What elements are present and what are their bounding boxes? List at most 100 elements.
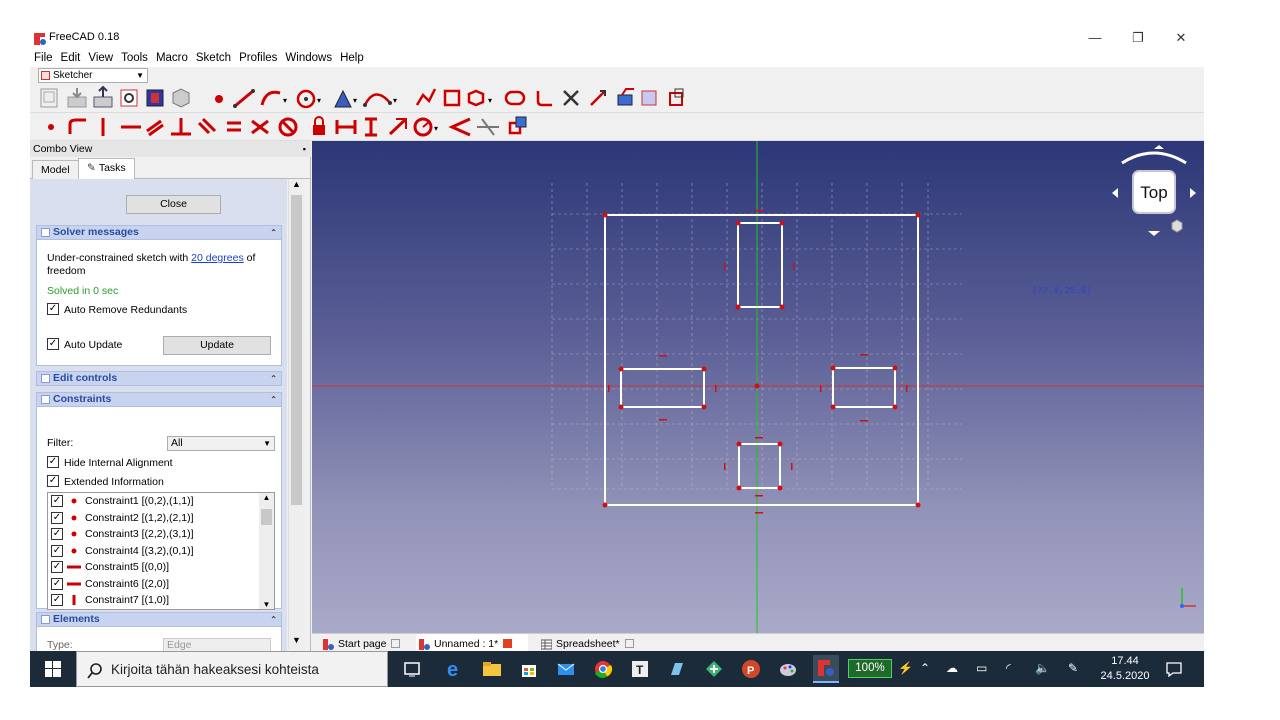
menu-edit[interactable]: Edit (57, 51, 85, 65)
solver-messages-header[interactable]: Solver messages ⌃ (36, 225, 282, 240)
scroll-down-icon[interactable]: ▼ (289, 635, 304, 649)
battery-percent-badge[interactable]: 100% (848, 659, 892, 678)
sketch-geometry[interactable] (604, 214, 919, 506)
restore-button[interactable]: ❐ (1123, 28, 1153, 48)
minimize-button[interactable]: — (1080, 28, 1110, 48)
notification-center-icon[interactable] (1164, 659, 1184, 679)
slot-icon[interactable] (504, 90, 526, 106)
polyline-icon[interactable] (415, 88, 437, 106)
constraint-row[interactable]: ✓ Constraint4 [(3,2),(0,1)] (48, 543, 258, 560)
paint-icon[interactable] (778, 659, 798, 679)
constrain-vertical-distance-icon[interactable] (365, 117, 377, 137)
close-sketch-button[interactable]: Close (126, 195, 221, 214)
collapse-icon[interactable]: ⌃ (270, 393, 277, 406)
degrees-of-freedom-link[interactable]: 20 degrees (191, 252, 244, 264)
notes-app-icon[interactable] (667, 659, 687, 679)
menu-windows[interactable]: Windows (281, 51, 336, 65)
power-plug-icon[interactable]: ⚡ (898, 661, 913, 675)
menu-tools[interactable]: Tools (117, 51, 152, 65)
point-icon[interactable] (215, 95, 223, 103)
show-hidden-icons[interactable]: ⌃ (920, 661, 930, 675)
auto-update-checkbox[interactable]: ✓ (47, 338, 59, 350)
constrain-angle-icon[interactable] (448, 117, 471, 137)
constraint-list-scrollbar[interactable]: ▲ ▼ (259, 493, 274, 609)
constrain-distance-icon[interactable] (388, 117, 408, 136)
workbench-selector[interactable]: Sketcher ▼ (38, 68, 148, 83)
elements-header[interactable]: Elements ⌃ (36, 612, 282, 627)
volume-icon[interactable]: 🔈 (1035, 661, 1050, 675)
menu-file[interactable]: File (30, 51, 57, 65)
file-explorer-icon[interactable] (482, 659, 502, 679)
constraint-row[interactable]: ✓ Constraint7 [(1,0)] (48, 592, 258, 609)
menu-profiles[interactable]: Profiles (235, 51, 281, 65)
toggle-driving-icon[interactable] (508, 116, 527, 135)
constrain-parallel-icon[interactable] (146, 119, 164, 137)
constraint-row[interactable]: ✓ Constraint5 [(0,0)] (48, 559, 258, 576)
constrain-tangent-icon[interactable] (197, 117, 217, 135)
view-section-icon[interactable] (146, 89, 164, 107)
menu-view[interactable]: View (84, 51, 117, 65)
constraint-checkbox[interactable]: ✓ (51, 577, 63, 590)
collapse-icon[interactable]: ⌃ (270, 613, 277, 626)
navcube-face-label[interactable]: Top (1140, 183, 1167, 202)
construction-mode-icon[interactable] (669, 88, 684, 106)
constrain-perpendicular-icon[interactable] (171, 118, 191, 136)
task-view-icon[interactable] (402, 659, 422, 679)
constrain-coincident-icon[interactable] (48, 124, 54, 130)
external-geometry-icon[interactable] (617, 88, 634, 106)
hide-internal-alignment-checkbox[interactable]: ✓ (47, 456, 59, 468)
polygon-icon[interactable]: ▾ (467, 89, 492, 107)
constraints-header[interactable]: Constraints ⌃ (36, 392, 282, 407)
mail-icon[interactable] (556, 659, 576, 679)
git-app-icon[interactable] (704, 659, 724, 679)
fillet-icon[interactable] (536, 91, 552, 107)
menu-help[interactable]: Help (336, 51, 368, 65)
circle-icon[interactable]: ▾ (296, 89, 321, 109)
constraint-checkbox[interactable]: ✓ (51, 561, 63, 573)
view-sketch-icon[interactable] (120, 89, 138, 107)
carbon-copy-icon[interactable] (641, 90, 657, 106)
powerpoint-icon[interactable]: P (741, 659, 761, 679)
edit-sketch-icon[interactable] (67, 88, 87, 108)
constrain-horizontal-distance-icon[interactable] (335, 120, 357, 134)
constrain-symmetric-icon[interactable] (251, 119, 269, 135)
close-window-button[interactable]: ✕ (1166, 28, 1196, 48)
extended-information-checkbox[interactable]: ✓ (47, 475, 59, 487)
conic-icon[interactable]: ▾ (334, 89, 357, 108)
undock-icon[interactable]: ▪ (303, 141, 306, 157)
constraint-checkbox[interactable]: ✓ (51, 544, 63, 557)
scroll-down-icon[interactable]: ▼ (259, 600, 274, 609)
store-icon[interactable] (519, 659, 539, 679)
collapse-icon[interactable]: ⌃ (270, 226, 277, 239)
constraint-row[interactable]: ✓ Constraint3 [(2,2),(3,1)] (48, 526, 258, 543)
tasks-scrollbar[interactable]: ▲ ▼ (288, 179, 304, 649)
trim-icon[interactable] (563, 90, 579, 106)
constraint-checkbox[interactable]: ✓ (51, 511, 63, 524)
map-sketch-icon[interactable] (172, 88, 190, 108)
rectangle-icon[interactable] (443, 89, 461, 107)
constraint-row[interactable]: ✓ Constraint6 [(2,0)] (48, 576, 258, 593)
constrain-lock-icon[interactable] (313, 116, 325, 135)
close-tab-icon[interactable] (503, 639, 513, 648)
chrome-icon[interactable] (593, 659, 613, 679)
scroll-thumb[interactable] (291, 195, 302, 505)
scroll-up-icon[interactable]: ▲ (289, 179, 304, 193)
scroll-thumb[interactable] (261, 509, 272, 525)
tab-model[interactable]: Model (32, 160, 79, 179)
collapse-icon[interactable]: ⌃ (270, 372, 277, 385)
type-select[interactable]: Edge (163, 638, 271, 652)
constrain-point-on-object-icon[interactable] (68, 118, 86, 134)
new-sketch-icon[interactable] (40, 88, 58, 108)
constrain-block-icon[interactable] (278, 117, 298, 137)
auto-remove-redundants-checkbox[interactable]: ✓ (47, 303, 59, 315)
arc-icon[interactable]: ▾ (260, 90, 287, 106)
constraint-checkbox[interactable]: ✓ (51, 495, 63, 507)
freecad-taskbar-icon[interactable] (813, 655, 839, 683)
close-tab-icon[interactable] (624, 639, 634, 648)
constraint-checkbox[interactable]: ✓ (51, 594, 63, 606)
extend-icon[interactable] (590, 90, 606, 106)
constrain-radius-icon[interactable]: ▾ (413, 117, 438, 137)
wifi-icon[interactable]: ◜ (1006, 661, 1011, 675)
update-button[interactable]: Update (163, 336, 271, 355)
typora-icon[interactable]: T (630, 659, 650, 679)
